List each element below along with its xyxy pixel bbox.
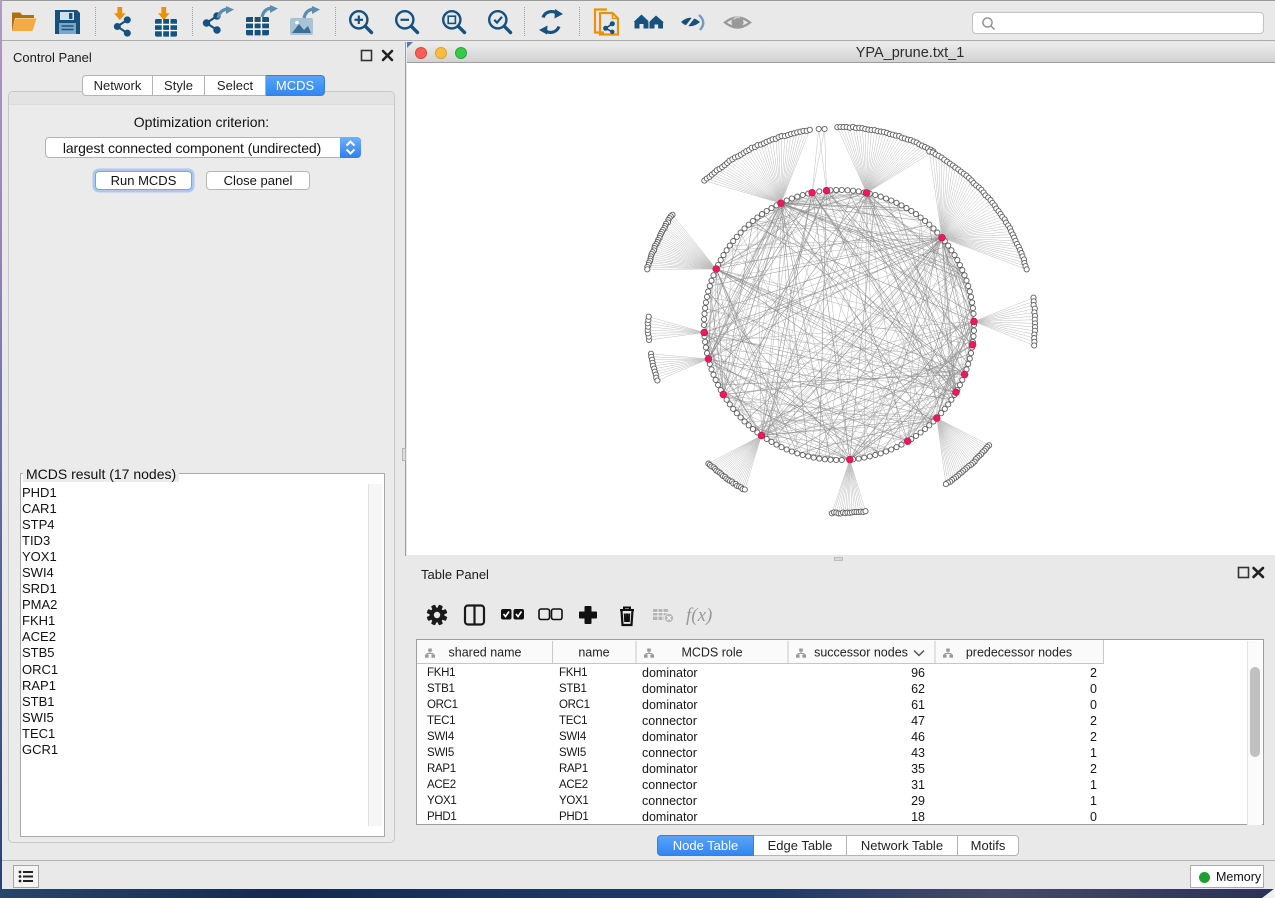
svg-text:f(x): f(x) (686, 605, 712, 626)
svg-text:successor nodes: successor nodes (814, 646, 908, 660)
svg-text:shared name: shared name (449, 646, 522, 660)
svg-text:name: name (578, 646, 609, 660)
svg-text:MCDS role: MCDS role (681, 646, 742, 660)
svg-text:predecessor nodes: predecessor nodes (966, 646, 1072, 660)
